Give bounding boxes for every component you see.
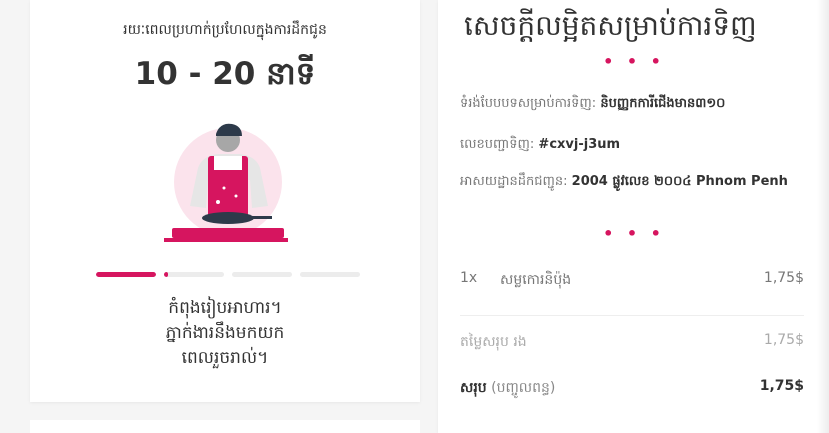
items-divider: [460, 315, 804, 316]
subtotal-row: តម្លៃសរុប រង 1,75$: [460, 332, 804, 353]
order-type-row: ទំរង់បែបបទសម្រាប់ការទិញ: និបញ្ញកការីជើងម…: [460, 93, 810, 114]
total-price: 1,75$: [759, 378, 804, 394]
address-value: 2004 ផ្លូវលេខ ២០០៤ Phnom Penh: [571, 174, 788, 189]
item-name: សម្លកោរនិប៉ុង: [500, 272, 572, 288]
preparation-status: កំពុងរៀបអាហារ។ ភ្នាក់ងារនឹងមកយក ពេលរួចរា…: [30, 296, 420, 371]
subtotal-label: តម្លៃសរុប រង: [460, 334, 527, 350]
total-label: សរុប: [460, 380, 487, 396]
order-type-value: និបញ្ញកការីជើងមាន៣១០: [600, 96, 726, 111]
edge-shadow: [817, 0, 829, 433]
item-price: 1,75$: [763, 270, 804, 286]
divider-dots: • • •: [603, 224, 665, 243]
order-number-value: #cxvj-j3um: [538, 137, 621, 152]
total-tax-note: (បញ្ចូលពន្ធ): [491, 380, 556, 396]
chef-cooking-illustration: [164, 123, 288, 242]
order-type-label: ទំរង់បែបបទសម្រាប់ការទិញ:: [460, 96, 597, 111]
eta-value: 10 - 20 នាទី: [134, 56, 316, 92]
divider-dots: • • •: [603, 52, 665, 71]
order-number-label: លេខបញ្ជាទិញ:: [460, 137, 535, 152]
progress-step-1: [96, 272, 156, 277]
progress-tracker: [96, 272, 360, 277]
eta-label: រយៈពេលប្រហាក់ប្រហែលក្នុងការដឹកជូន: [123, 22, 327, 38]
total-row: សរុប (បញ្ចូលពន្ធ) 1,75$: [460, 378, 804, 399]
order-status-page: រយៈពេលប្រហាក់ប្រហែលក្នុងការដឹកជូន 10 - 2…: [0, 0, 829, 433]
purchase-details-title: សេចក្ដីលម្អិតសម្រាប់ការទិញ: [464, 9, 757, 42]
next-card: [30, 420, 420, 433]
purchase-details-card: សេចក្ដីលម្អិតសម្រាប់ការទិញ • • • ទំរង់បែ…: [438, 0, 829, 433]
delivery-address-row: អាសយដ្ឋានដឹកជញ្ជូន: 2004 ផ្លូវលេខ ២០០៤ P…: [460, 171, 810, 192]
address-label: អាសយដ្ឋានដឹកជញ្ជូន:: [460, 174, 568, 189]
order-number-row: លេខបញ្ជាទិញ: #cxvj-j3um: [460, 134, 810, 155]
progress-step-2: [164, 272, 224, 277]
status-line-2: ភ្នាក់ងារនឹងមកយក: [165, 323, 285, 343]
status-line-3: ពេលរួចរាល់។: [181, 348, 269, 368]
status-line-1: កំពុងរៀបអាហារ។: [168, 298, 282, 318]
progress-step-3: [232, 272, 292, 277]
delivery-status-card: រយៈពេលប្រហាក់ប្រហែលក្នុងការដឹកជូន 10 - 2…: [30, 0, 420, 402]
item-quantity: 1x: [460, 270, 478, 286]
subtotal-price: 1,75$: [763, 332, 804, 348]
progress-step-4: [300, 272, 360, 277]
